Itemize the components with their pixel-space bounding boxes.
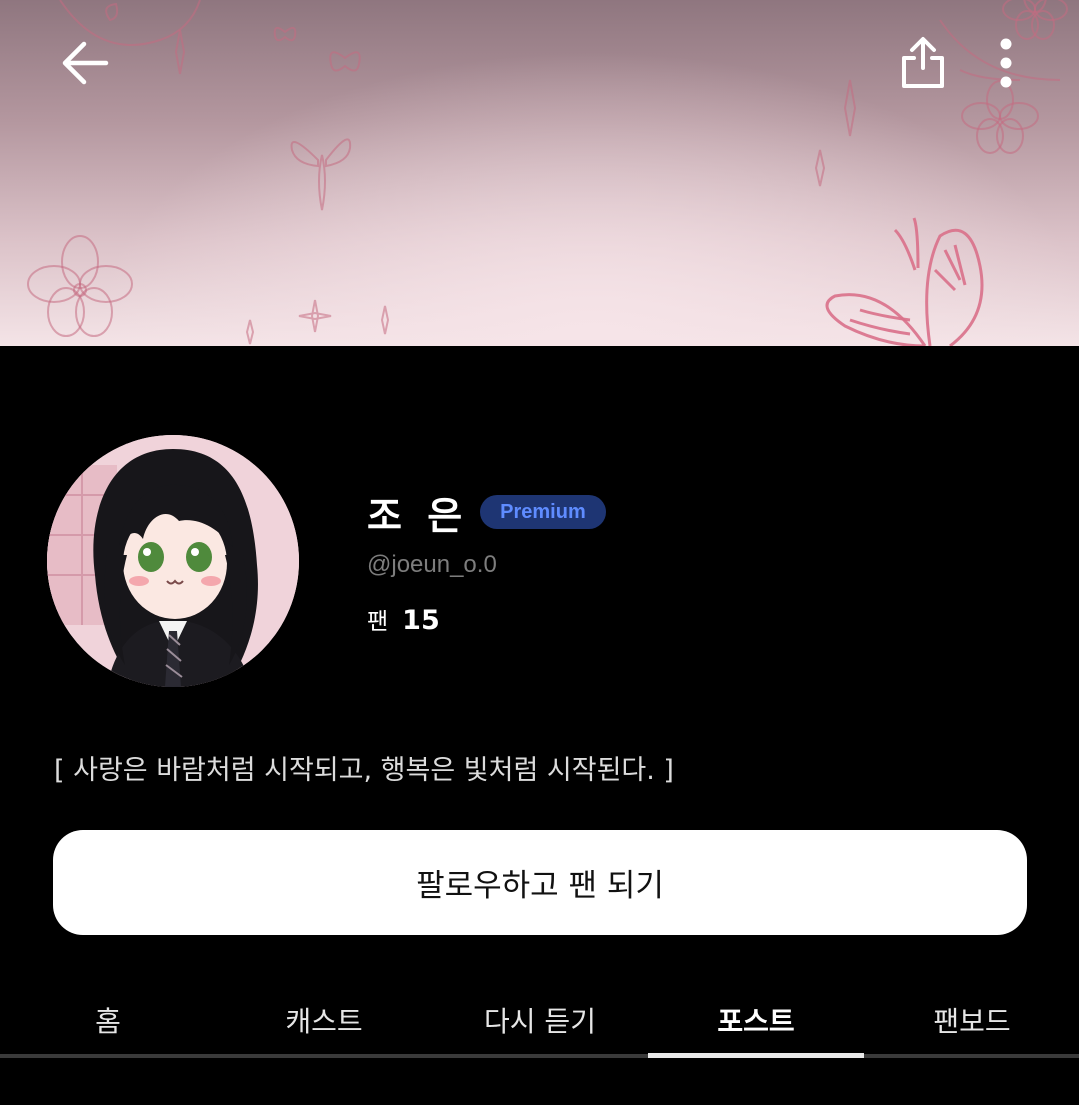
arrow-left-icon [62, 41, 109, 85]
profile-tabs: 홈 캐스트 다시 듣기 포스트 팬보드 [0, 990, 1079, 1058]
tab-cast[interactable]: 캐스트 [216, 990, 432, 1058]
profile-bio: [ 사랑은 바람처럼 시작되고, 행복은 빛처럼 시작된다. ] [54, 755, 674, 786]
follow-button[interactable]: 팔로우하고 팬 되기 [53, 830, 1027, 935]
more-vertical-icon [1000, 38, 1012, 88]
tabs-divider [0, 1054, 1079, 1058]
profile-handle: @joeun_o.0 [367, 551, 497, 578]
fans-count: 15 [402, 605, 440, 636]
profile-page: 조 은 Premium @joeun_o.0 팬 15 [ 사랑은 바람처럼 시… [0, 0, 1079, 1105]
tab-posts[interactable]: 포스트 [648, 990, 864, 1058]
share-upload-icon [902, 37, 944, 88]
cover-image [0, 0, 1079, 346]
tab-home[interactable]: 홈 [0, 990, 216, 1058]
profile-name: 조 은 [367, 493, 469, 538]
fans-count-row: 팬 15 [367, 602, 440, 636]
more-options-button[interactable] [985, 30, 1027, 96]
avatar-illustration [47, 435, 299, 687]
tab-fanboard[interactable]: 팬보드 [864, 990, 1079, 1058]
premium-badge: Premium [480, 495, 606, 529]
fans-label: 팬 [367, 609, 389, 635]
tab-replay[interactable]: 다시 듣기 [432, 990, 648, 1058]
active-tab-indicator [648, 1053, 864, 1058]
avatar[interactable] [47, 435, 299, 687]
name-row: 조 은 Premium [367, 486, 606, 538]
share-button[interactable] [890, 30, 956, 96]
back-button[interactable] [52, 30, 118, 96]
